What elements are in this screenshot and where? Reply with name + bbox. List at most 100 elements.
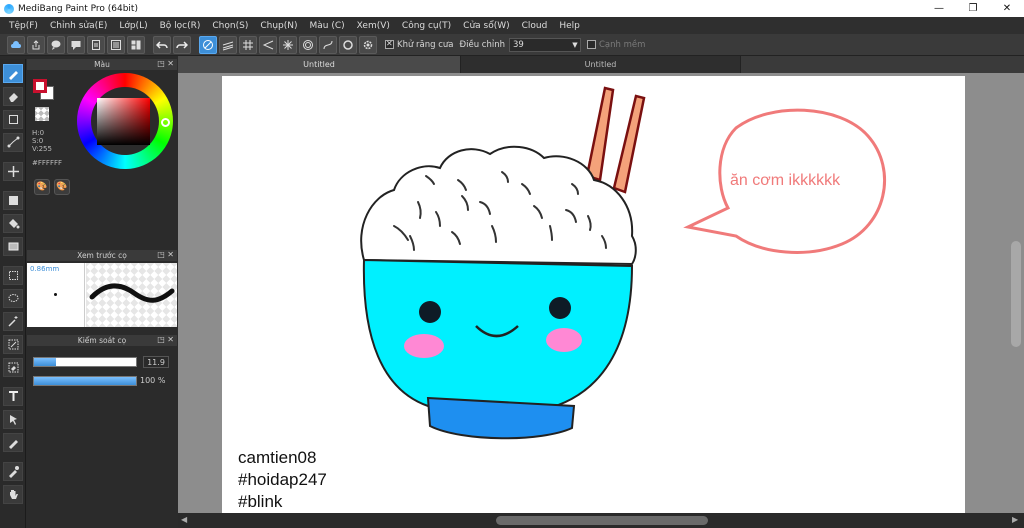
menu-file[interactable]: Tệp(F) — [3, 21, 44, 31]
close-button[interactable]: ✕ — [990, 0, 1024, 17]
eraser-tool[interactable] — [3, 87, 23, 106]
vertical-scroll-thumb[interactable] — [1011, 241, 1021, 347]
circle-icon — [343, 39, 353, 50]
foreground-color-swatch[interactable] — [33, 79, 47, 93]
snap-settings-button[interactable] — [359, 35, 377, 54]
select-eraser-tool[interactable] — [3, 358, 23, 377]
brush-size-slider[interactable] — [33, 357, 137, 367]
smooth-edge-checkbox[interactable] — [586, 40, 596, 49]
undo-button[interactable] — [153, 35, 171, 54]
hand-tool[interactable] — [3, 485, 23, 504]
horizontal-scroll-thumb[interactable] — [496, 516, 708, 525]
hsv-readout: H:0 S:0 V:255 — [32, 129, 52, 153]
correction-select[interactable]: 39 ▼ — [508, 37, 581, 52]
cloud-icon — [11, 40, 21, 48]
vertical-scrollbar[interactable] — [1008, 73, 1024, 513]
scroll-left-icon[interactable]: ◀ — [181, 515, 187, 524]
menu-view[interactable]: Xem(V) — [351, 21, 396, 31]
bucket-tool[interactable] — [3, 214, 23, 233]
perspective-icon — [262, 40, 274, 49]
lasso-icon — [8, 294, 18, 302]
canvas-workspace: Untitled Untitled ăn cơm ikkkkkk camtien… — [178, 56, 1024, 528]
shape-tool[interactable] — [3, 110, 23, 129]
magic-wand-icon — [7, 316, 17, 327]
list-button[interactable] — [107, 35, 125, 54]
divide-tool[interactable] — [3, 433, 23, 452]
menu-window[interactable]: Cửa sổ(W) — [457, 21, 515, 31]
color-wheel[interactable] — [77, 73, 173, 169]
grid-panel-button[interactable] — [127, 35, 145, 54]
scroll-right-icon[interactable]: ▶ — [1012, 515, 1018, 524]
perspective-snap-button[interactable] — [259, 35, 277, 54]
drawing-canvas[interactable]: ăn cơm ikkkkkk camtien08 #hoidap247 #bli… — [222, 76, 965, 516]
medibang-logo-icon — [4, 3, 14, 14]
brush-control-title: Kiểm soát cọ — [77, 336, 127, 345]
minimize-button[interactable]: — — [922, 0, 956, 17]
color-panel-header: Màu ◳ ✕ — [27, 59, 177, 70]
redo-icon — [176, 40, 188, 49]
menu-snap[interactable]: Chụp(N) — [254, 21, 303, 31]
panel-controls[interactable]: ◳ ✕ — [157, 335, 174, 344]
cloud-button[interactable] — [7, 35, 25, 54]
menu-edit[interactable]: Chỉnh sửa(E) — [44, 21, 113, 31]
gradient-tool[interactable] — [3, 237, 23, 256]
menu-help[interactable]: Help — [553, 21, 586, 31]
concentric-snap-button[interactable] — [299, 35, 317, 54]
brush-tool[interactable] — [3, 64, 23, 83]
opacity-fill — [34, 377, 136, 385]
value-value: V:255 — [32, 145, 52, 153]
operation-tool[interactable] — [3, 410, 23, 429]
paint-bucket-icon — [8, 219, 19, 229]
brush-size-preview: 0.86mm — [27, 263, 85, 327]
lasso-tool[interactable] — [3, 289, 23, 308]
panel-controls[interactable]: ◳ ✕ — [157, 250, 174, 259]
antialias-toggle[interactable]: Khử răng cưa — [385, 39, 454, 50]
text-tool[interactable] — [3, 387, 23, 406]
eyedropper-tool[interactable] — [3, 462, 23, 481]
transparent-color-swatch[interactable] — [35, 107, 49, 121]
comment-button[interactable] — [47, 35, 65, 54]
hue-knob[interactable] — [161, 118, 170, 127]
dot-tool[interactable] — [3, 133, 23, 152]
tab-untitled-2[interactable]: Untitled — [461, 56, 741, 73]
redo-button[interactable] — [173, 35, 191, 54]
menu-cloud[interactable]: Cloud — [516, 21, 554, 31]
caption-author: camtien08 — [238, 448, 317, 467]
radial-snap-button[interactable] — [279, 35, 297, 54]
menu-layer[interactable]: Lớp(L) — [113, 21, 153, 31]
parallel-lines-icon — [222, 41, 234, 50]
select-pen-tool[interactable] — [3, 335, 23, 354]
circle-snap-button[interactable] — [339, 35, 357, 54]
menu-filter[interactable]: Bộ lọc(R) — [154, 21, 207, 31]
select-rect-tool[interactable] — [3, 266, 23, 285]
maximize-button[interactable]: ❐ — [956, 0, 990, 17]
saturation-value-square[interactable] — [97, 98, 150, 145]
brush-size-value[interactable]: 11.9 — [143, 356, 169, 368]
color-settings-button[interactable]: 🎨 — [54, 179, 70, 195]
brush-preview-area: 0.86mm — [27, 263, 177, 327]
document-button[interactable] — [87, 35, 105, 54]
message-button[interactable] — [67, 35, 85, 54]
menu-tools[interactable]: Công cụ(T) — [396, 21, 457, 31]
share-icon — [32, 39, 40, 49]
antialias-checkbox[interactable] — [385, 39, 394, 49]
tab-untitled-1[interactable]: Untitled — [178, 56, 461, 73]
panel-controls[interactable]: ◳ ✕ — [157, 59, 174, 68]
parallel-snap-button[interactable] — [219, 35, 237, 54]
side-panels: Màu ◳ ✕ H:0 S:0 V:255 #FFFFFF 🎨 🎨 Xem tr… — [27, 59, 177, 528]
palette-button[interactable]: 🎨 — [34, 179, 50, 195]
menu-select[interactable]: Chọn(S) — [206, 21, 254, 31]
horizontal-scrollbar[interactable]: ◀ ▶ — [178, 513, 1024, 528]
fill-rect-tool[interactable] — [3, 191, 23, 210]
share-button[interactable] — [27, 35, 45, 54]
curve-snap-button[interactable] — [319, 35, 337, 54]
right-eye — [549, 297, 571, 319]
smooth-edge-toggle[interactable]: Cạnh mềm — [586, 40, 645, 50]
grid-snap-button[interactable] — [239, 35, 257, 54]
menu-color[interactable]: Màu (C) — [304, 21, 351, 31]
move-tool[interactable] — [3, 162, 23, 181]
hue-value: H:0 — [32, 129, 45, 137]
magic-wand-tool[interactable] — [3, 312, 23, 331]
snap-off-button[interactable] — [199, 35, 217, 54]
opacity-slider[interactable] — [33, 376, 137, 386]
